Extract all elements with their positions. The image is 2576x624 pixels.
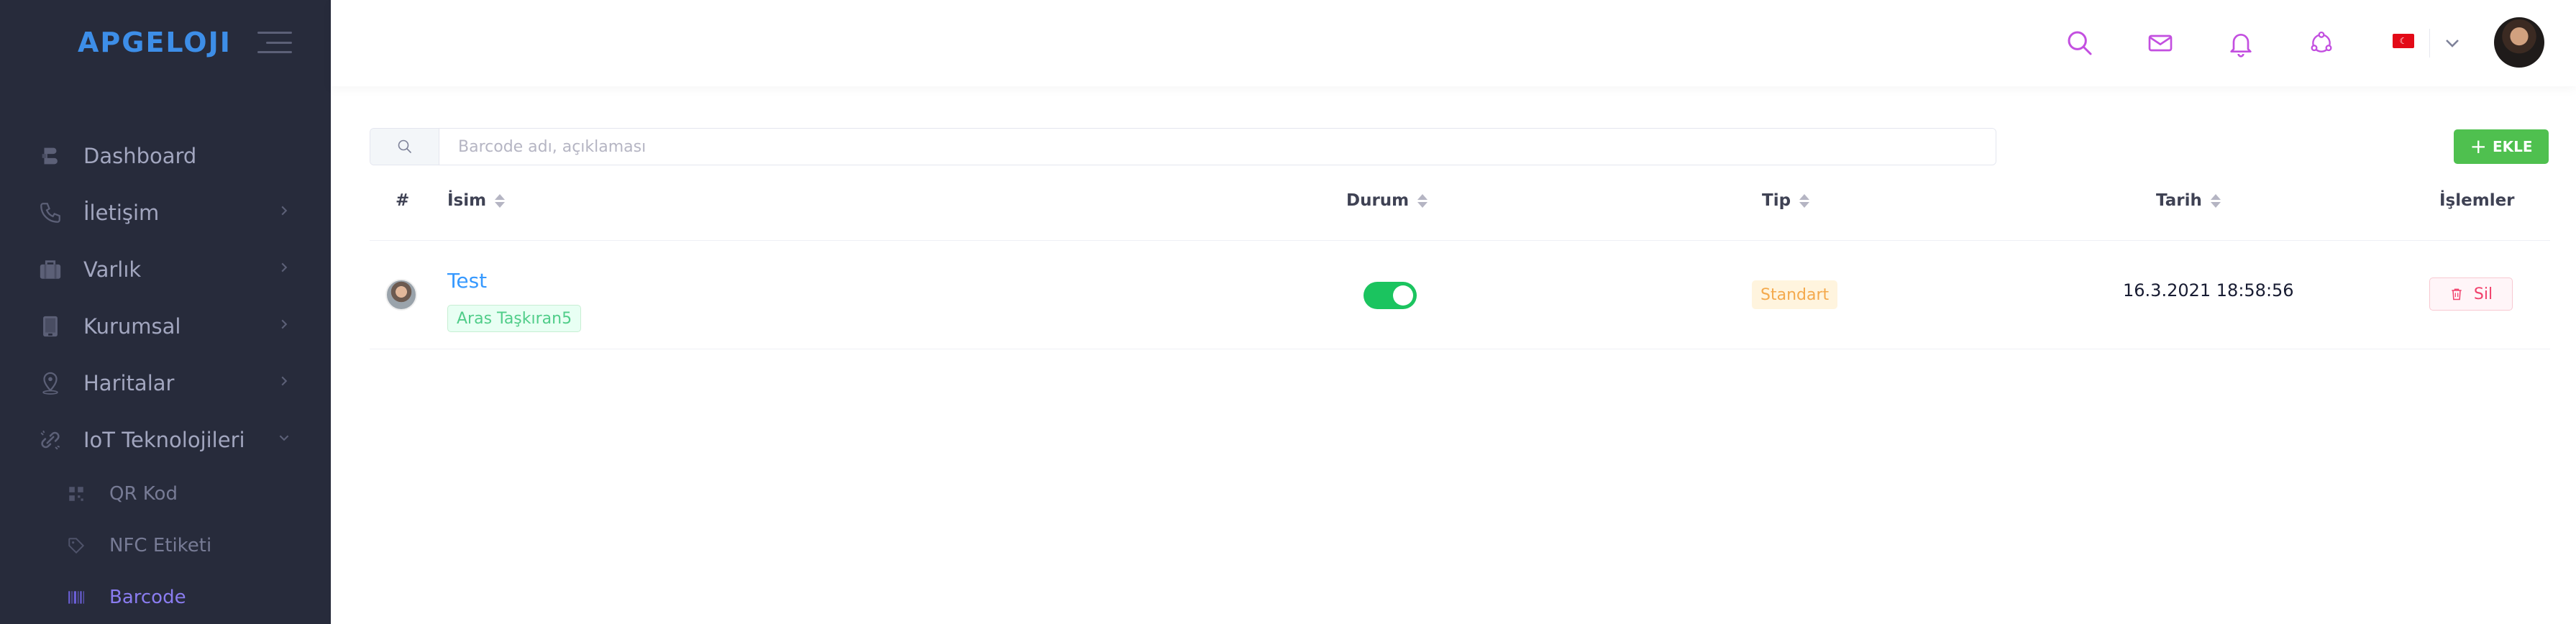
column-header-actions: İşlemler xyxy=(2439,191,2515,210)
topbar-divider xyxy=(2429,29,2430,58)
sidebar: APGELOJI Dashboard İletişim Varlık Kurum… xyxy=(0,0,331,624)
header-divider xyxy=(370,240,2550,241)
brand-logo[interactable]: APGELOJI xyxy=(78,27,232,58)
sidebar-item-iletisim[interactable]: İletişim xyxy=(0,184,331,241)
sidebar-toggle-icon[interactable] xyxy=(257,32,292,53)
delete-label: Sil xyxy=(2473,285,2493,303)
header-label: İşlemler xyxy=(2439,191,2515,210)
chevron-down-icon xyxy=(279,435,289,441)
sort-icon xyxy=(1417,193,1428,208)
sidebar-subitem-nfc-etiketi[interactable]: NFC Etiketi xyxy=(0,520,331,572)
chevron-right-icon xyxy=(281,206,288,216)
sidebar-subitem-label: QR Kod xyxy=(109,483,178,505)
barcode-icon xyxy=(66,587,86,607)
logo-bar: APGELOJI xyxy=(0,0,331,85)
search-button[interactable] xyxy=(370,129,439,165)
qr-code-icon xyxy=(66,484,86,504)
column-header-index: # xyxy=(396,191,409,210)
mail-icon[interactable] xyxy=(2145,27,2176,59)
header-label: Tip xyxy=(1762,191,1791,210)
header-label: Tarih xyxy=(2156,191,2202,210)
sidebar-item-kurumsal[interactable]: Kurumsal xyxy=(0,298,331,354)
plus-icon: + xyxy=(2470,134,2487,158)
sidebar-subitem-barcode[interactable]: Barcode xyxy=(0,572,331,623)
column-header-date[interactable]: Tarih xyxy=(2156,191,2221,210)
sidebar-subitem-label: Barcode xyxy=(109,587,186,608)
add-button-label: EKLE xyxy=(2492,138,2533,155)
chevron-right-icon xyxy=(281,319,288,329)
sidebar-item-dashboard[interactable]: Dashboard xyxy=(0,127,331,184)
chevron-down-icon[interactable] xyxy=(2445,36,2459,50)
search-icon xyxy=(398,139,411,153)
tag-icon xyxy=(66,536,86,556)
building-icon xyxy=(37,313,63,339)
iot-link-icon xyxy=(37,427,63,453)
row-avatar xyxy=(385,279,417,311)
map-pin-icon xyxy=(37,370,63,396)
header-label: Durum xyxy=(1346,191,1410,210)
topbar: ☾ xyxy=(331,0,2576,86)
sidebar-item-haritalar[interactable]: Haritalar xyxy=(0,354,331,411)
sidebar-item-label: Dashboard xyxy=(83,143,197,168)
search-input[interactable] xyxy=(439,129,1996,165)
sidebar-item-varlik[interactable]: Varlık xyxy=(0,241,331,298)
chevron-right-icon xyxy=(281,376,288,386)
sidebar-menu: Dashboard İletişim Varlık Kurumsal Harit… xyxy=(0,127,331,623)
type-badge: Standart xyxy=(1752,280,1838,309)
briefcase-icon xyxy=(37,257,63,283)
status-toggle[interactable] xyxy=(1364,282,1417,309)
delete-button[interactable]: Sil xyxy=(2429,277,2513,311)
search-icon[interactable] xyxy=(2064,27,2096,59)
sort-icon xyxy=(495,193,506,208)
toggle-knob xyxy=(1393,285,1413,306)
column-header-name[interactable]: İsim xyxy=(447,191,506,210)
sidebar-item-label: Varlık xyxy=(83,257,142,282)
turkey-flag-icon[interactable]: ☾ xyxy=(2393,34,2414,48)
row-date: 16.3.2021 18:58:56 xyxy=(2123,280,2294,300)
network-icon[interactable] xyxy=(2306,27,2337,59)
header-label: # xyxy=(396,191,410,210)
dashboard-icon xyxy=(37,143,63,169)
row-name-link[interactable]: Test xyxy=(447,269,487,293)
search-bar xyxy=(370,128,1996,165)
sidebar-item-label: İletişim xyxy=(83,200,160,225)
chevron-right-icon xyxy=(281,262,288,272)
phone-icon xyxy=(37,200,63,226)
sort-icon xyxy=(1799,193,1810,208)
sidebar-item-label: Haritalar xyxy=(83,370,175,395)
column-header-status[interactable]: Durum xyxy=(1346,191,1428,210)
sidebar-subitem-label: NFC Etiketi xyxy=(109,535,212,556)
sort-icon xyxy=(2210,193,2221,208)
sidebar-item-label: Kurumsal xyxy=(83,313,181,339)
bell-icon[interactable] xyxy=(2225,27,2257,59)
header-label: İsim xyxy=(447,191,487,210)
sidebar-subitem-qr-kod[interactable]: QR Kod xyxy=(0,468,331,520)
add-button[interactable]: + EKLE xyxy=(2454,129,2549,164)
sidebar-item-iot-teknolojileri[interactable]: IoT Teknolojileri xyxy=(0,411,331,468)
sidebar-item-label: IoT Teknolojileri xyxy=(83,427,245,452)
column-header-type[interactable]: Tip xyxy=(1762,191,1810,210)
user-avatar[interactable] xyxy=(2494,17,2544,68)
trash-icon xyxy=(2452,288,2462,300)
owner-badge: Aras Taşkıran5 xyxy=(447,305,582,332)
